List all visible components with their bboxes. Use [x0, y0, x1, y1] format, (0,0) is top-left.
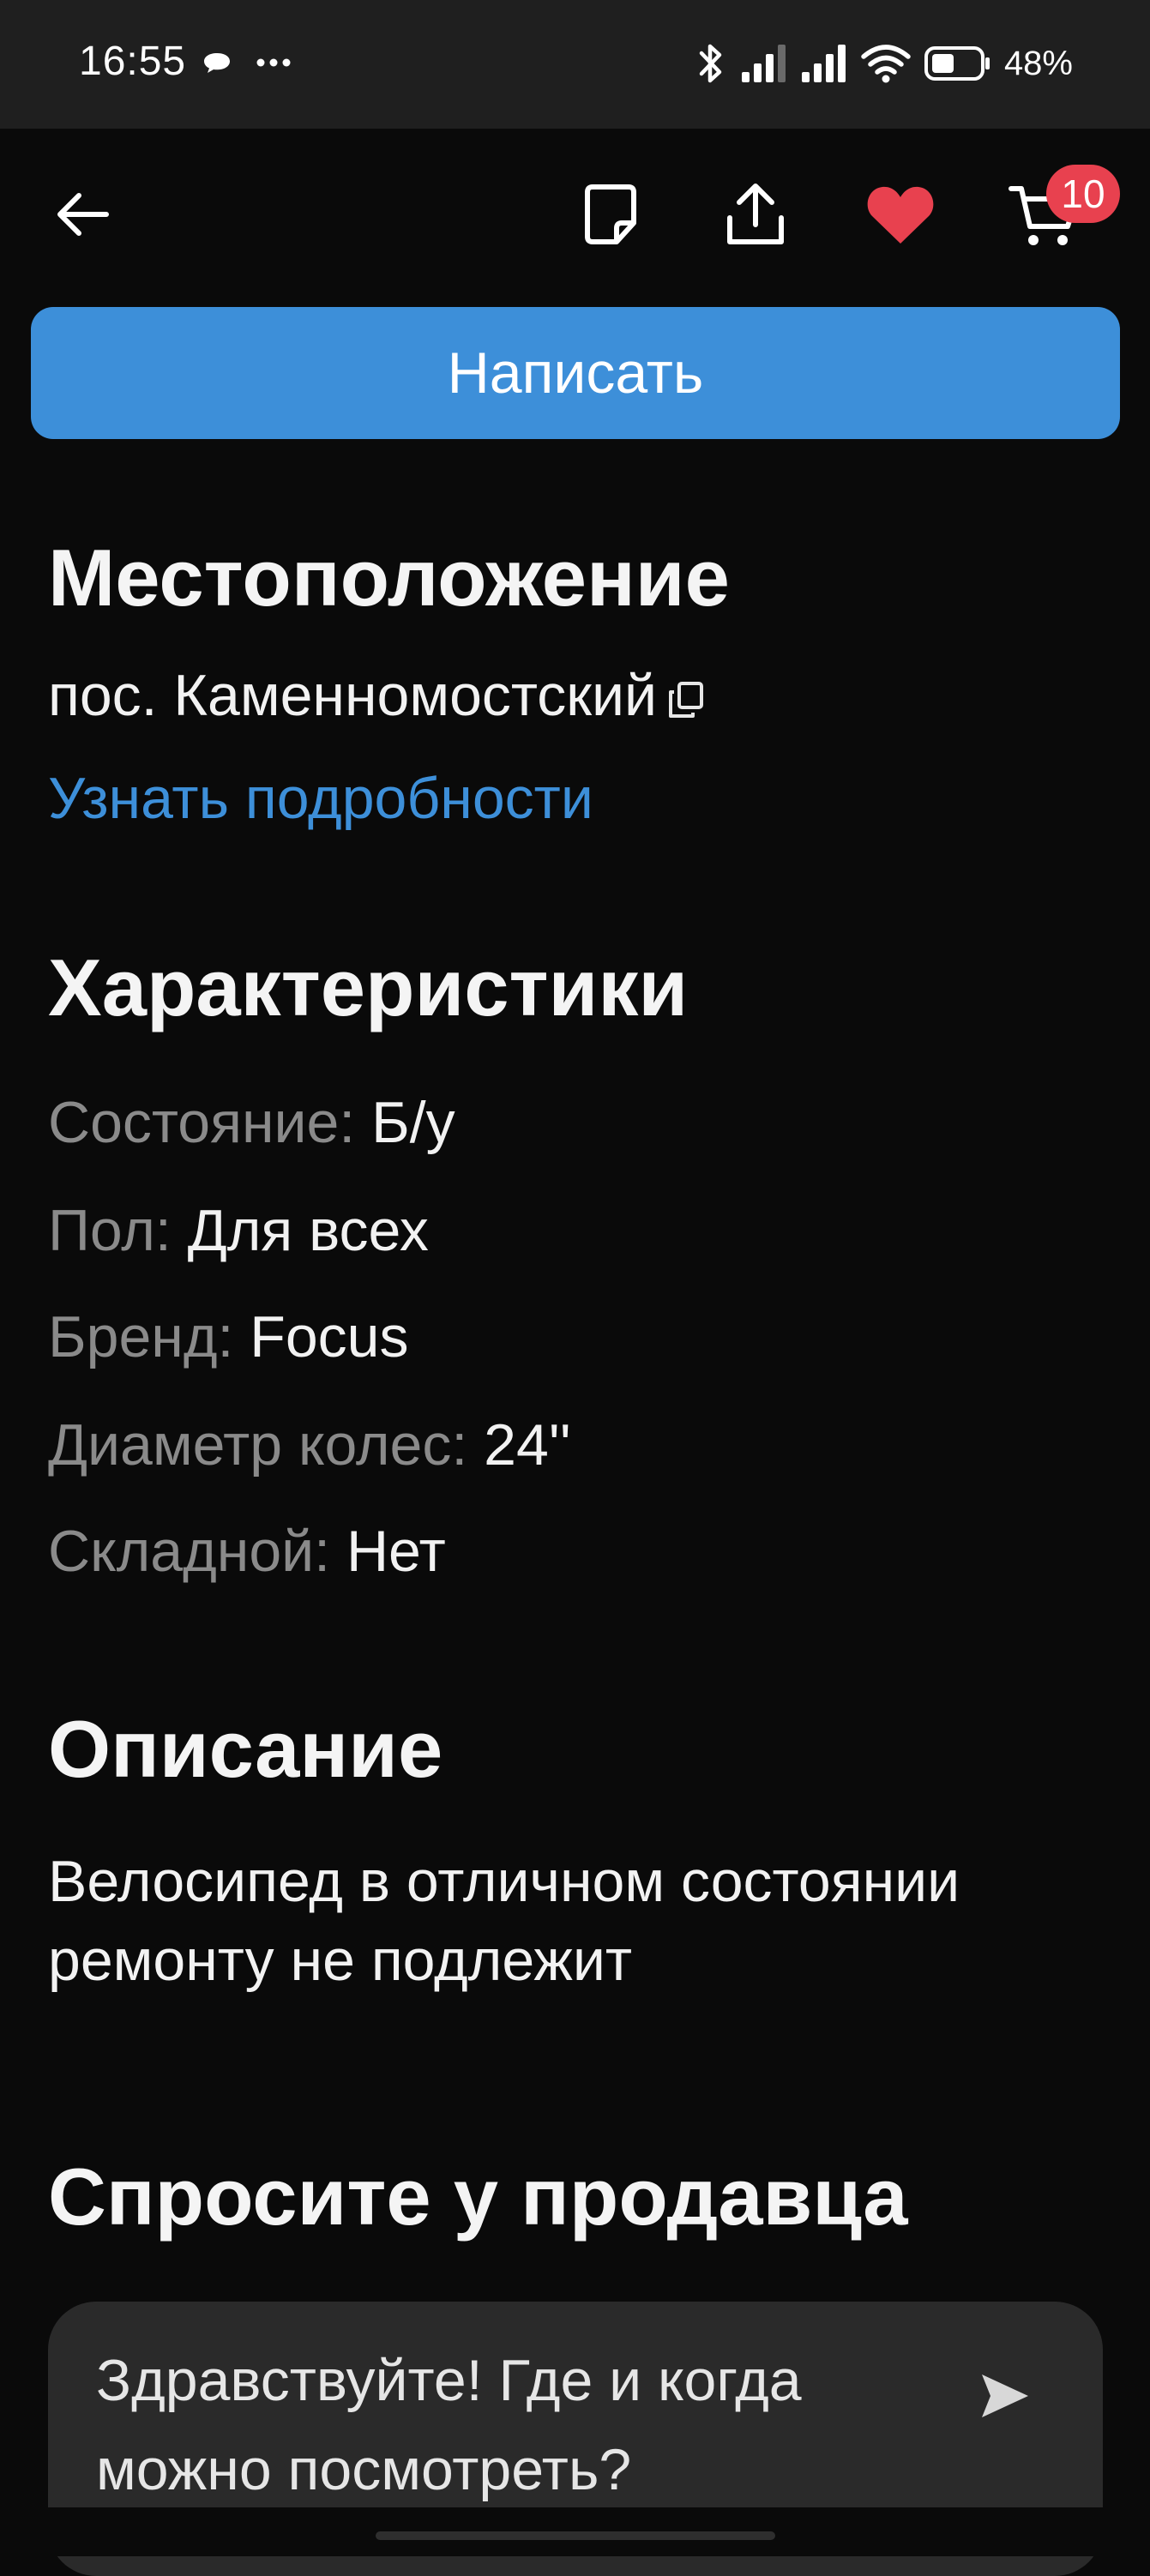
note-button[interactable] [576, 178, 645, 250]
battery-icon [924, 46, 990, 81]
back-button[interactable] [48, 180, 117, 249]
copy-icon[interactable] [667, 680, 705, 719]
signal-strength-icon-2 [801, 45, 846, 82]
cart-badge: 10 [1046, 165, 1120, 223]
home-indicator[interactable] [376, 2531, 775, 2540]
char-row-condition: Состояние: Б/у [48, 1089, 455, 1156]
battery-percent: 48% [1003, 44, 1073, 82]
send-icon [982, 2374, 1028, 2417]
char-label: Складной: [48, 1519, 331, 1584]
signal-strength-icon [741, 45, 786, 82]
char-label: Состояние: [48, 1090, 356, 1155]
note-icon [585, 184, 636, 244]
char-label: Бренд: [48, 1304, 234, 1369]
more-dots-icon [256, 58, 291, 67]
share-icon [727, 184, 784, 244]
char-label: Диаметр колес: [48, 1412, 468, 1478]
location-address: пос. Каменномостский [48, 663, 658, 728]
location-address-row: пос. Каменномостский [48, 662, 705, 729]
status-bar: 16:55 48% [0, 0, 1150, 129]
send-button[interactable] [971, 2362, 1039, 2430]
status-indicators: 48% [694, 38, 1073, 89]
char-row-brand: Бренд: Focus [48, 1303, 408, 1370]
status-time: 16:55 [79, 39, 187, 84]
char-value: Focus [250, 1304, 409, 1369]
top-app-bar [0, 129, 1150, 300]
char-row-gender: Пол: Для всех [48, 1197, 429, 1264]
ask-seller-message[interactable]: Здравствуйте! Где и когда можно посмотре… [96, 2336, 936, 2514]
ask-seller-title: Спросите у продавца [48, 2152, 908, 2242]
char-label: Пол: [48, 1198, 172, 1263]
characteristics-title: Характеристики [48, 942, 689, 1032]
bluetooth-icon [699, 44, 722, 83]
chat-bubble-icon [204, 53, 230, 73]
wifi-icon [861, 45, 911, 83]
write-button[interactable]: Написать [31, 307, 1120, 439]
heart-icon [867, 186, 934, 244]
location-details-link[interactable]: Узнать подробности [48, 765, 593, 832]
arrow-left-icon [57, 193, 109, 236]
char-value: Б/у [371, 1090, 455, 1155]
description-title: Описание [48, 1704, 443, 1794]
char-row-folding: Складной: Нет [48, 1518, 446, 1585]
char-value: Для всех [187, 1198, 429, 1263]
description-text: Велосипед в отличном состоянии ремонту н… [48, 1849, 960, 1993]
char-value: Нет [346, 1519, 446, 1584]
location-title: Местоположение [48, 533, 730, 623]
char-value: 24'' [484, 1412, 571, 1478]
share-button[interactable] [720, 177, 791, 252]
favorite-button[interactable] [863, 180, 938, 249]
char-row-wheel-diameter: Диаметр колес: 24'' [48, 1411, 571, 1478]
